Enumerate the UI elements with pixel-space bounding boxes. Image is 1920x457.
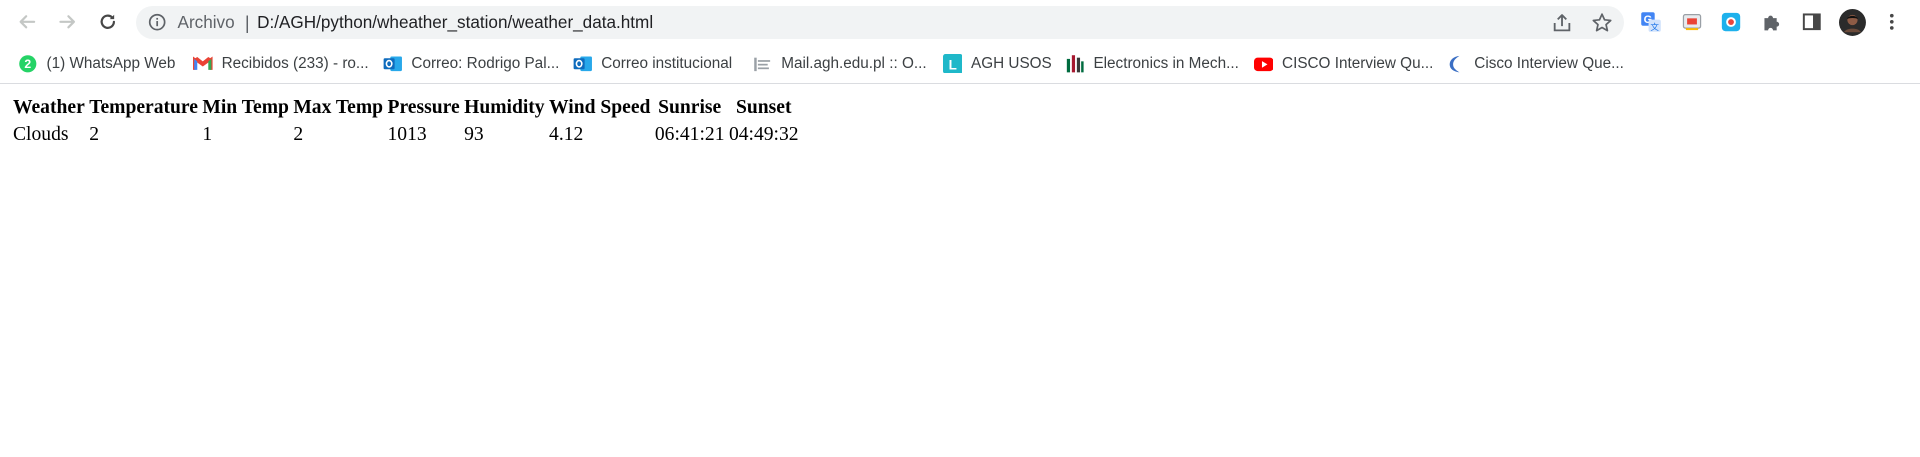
whatsapp-icon: 2 bbox=[18, 54, 38, 74]
cell-max-temp: 2 bbox=[293, 123, 304, 145]
gmail-icon bbox=[193, 54, 214, 74]
bookmark-label: (1) WhatsApp Web bbox=[46, 54, 176, 72]
column-header-weather: Weather bbox=[13, 97, 85, 119]
column-header-temperature: Temperature bbox=[89, 97, 198, 119]
table-row: Clouds 2 1 2 1013 93 4.12 06:41:21 04:49… bbox=[12, 123, 800, 147]
outlook-icon bbox=[383, 54, 403, 74]
bookmark-electronics[interactable]: Electronics in Mech... bbox=[1065, 53, 1239, 75]
cast-extension-button[interactable] bbox=[1680, 10, 1704, 34]
svg-text:文: 文 bbox=[1650, 21, 1659, 32]
bookmark-label: Correo: Rodrigo Pal... bbox=[411, 54, 560, 72]
screenshot-icon bbox=[1722, 12, 1741, 32]
outlook-icon bbox=[573, 54, 593, 74]
column-header-min-temp: Min Temp bbox=[202, 97, 289, 119]
usos-icon: L bbox=[942, 53, 963, 74]
bookmark-label: Recibidos (233) - ro... bbox=[221, 54, 369, 72]
address-separator: | bbox=[244, 12, 250, 34]
profile-button[interactable] bbox=[1839, 8, 1867, 36]
cell-sunrise: 06:41:21 bbox=[654, 123, 725, 145]
browser-toolbar: Archivo | D:/AGH/python/wheather_station… bbox=[0, 0, 1920, 45]
puzzle-icon bbox=[1764, 15, 1780, 31]
cast-icon bbox=[1683, 14, 1702, 31]
bookmark-whatsapp[interactable]: 2 (1) WhatsApp Web bbox=[18, 53, 175, 75]
translate-extension-button[interactable]: G文 bbox=[1638, 10, 1662, 34]
bookmark-cisco-interview[interactable]: Cisco Interview Que... bbox=[1446, 53, 1624, 75]
bookmark-cisco-youtube[interactable]: CISCO Interview Qu... bbox=[1253, 53, 1434, 75]
page-content: Weather Temperature Min Temp Max Temp Pr… bbox=[0, 84, 1920, 457]
share-icon[interactable] bbox=[1551, 12, 1573, 34]
back-button[interactable] bbox=[12, 7, 41, 36]
reload-button[interactable] bbox=[93, 7, 122, 36]
info-icon[interactable] bbox=[148, 13, 166, 31]
reload-icon bbox=[100, 14, 115, 30]
side-panel-button[interactable] bbox=[1800, 10, 1824, 34]
side-panel-icon bbox=[1803, 13, 1822, 31]
avatar bbox=[1839, 8, 1867, 36]
bookmark-agh-usos[interactable]: L AGH USOS bbox=[942, 53, 1052, 75]
kebab-menu-icon bbox=[1890, 14, 1894, 30]
svg-text:L: L bbox=[949, 57, 957, 72]
cell-temperature: 2 bbox=[89, 123, 99, 145]
bookmark-label: AGH USOS bbox=[971, 54, 1052, 72]
cell-wind-speed: 4.12 bbox=[549, 123, 584, 145]
cell-humidity: 93 bbox=[464, 123, 484, 145]
cell-min-temp: 1 bbox=[202, 123, 213, 145]
screenshot-extension-button[interactable] bbox=[1719, 10, 1743, 34]
bookmark-correo-rodrigo[interactable]: Correo: Rodrigo Pal... bbox=[383, 53, 559, 75]
column-header-sunset: Sunset bbox=[736, 97, 792, 119]
column-header-sunrise: Sunrise bbox=[658, 97, 722, 119]
agh-logo-icon bbox=[1065, 54, 1085, 74]
mail-agh-icon bbox=[753, 54, 773, 74]
bookmark-label: CISCO Interview Qu... bbox=[1282, 54, 1434, 72]
bookmark-label: Cisco Interview Que... bbox=[1474, 54, 1624, 72]
bookmark-label: Mail.agh.edu.pl :: O... bbox=[781, 54, 927, 72]
address-bar[interactable]: Archivo | D:/AGH/python/wheather_station… bbox=[135, 6, 1624, 40]
browser-menu-button[interactable] bbox=[1880, 10, 1904, 34]
forward-button[interactable] bbox=[53, 7, 82, 36]
bookmarks-bar: 2 (1) WhatsApp Web Recibidos (233) - ro.… bbox=[0, 44, 1920, 85]
column-header-wind-speed: Wind Speed bbox=[549, 97, 651, 119]
column-header-max-temp: Max Temp bbox=[293, 97, 384, 119]
cell-sunset: 04:49:32 bbox=[728, 123, 799, 145]
youtube-icon bbox=[1253, 54, 1274, 74]
cell-pressure: 1013 bbox=[387, 123, 427, 145]
bookmark-correo-institucional[interactable]: Correo institucional bbox=[573, 53, 732, 75]
arrow-left-icon bbox=[19, 15, 36, 29]
star-icon[interactable] bbox=[1591, 12, 1613, 34]
translate-icon: G文 bbox=[1640, 12, 1661, 32]
arrow-right-icon bbox=[58, 15, 75, 29]
bookmark-label: Correo institucional bbox=[601, 54, 733, 72]
address-url[interactable]: D:/AGH/python/wheather_station/weather_d… bbox=[257, 6, 653, 39]
extensions-button[interactable] bbox=[1760, 10, 1784, 34]
svg-text:2: 2 bbox=[25, 57, 32, 71]
column-header-pressure: Pressure bbox=[387, 97, 460, 119]
weather-table: Weather Temperature Min Temp Max Temp Pr… bbox=[10, 94, 802, 149]
address-scheme-label: Archivo bbox=[177, 12, 235, 33]
crescent-icon bbox=[1446, 54, 1466, 74]
bookmark-gmail[interactable]: Recibidos (233) - ro... bbox=[193, 53, 369, 75]
column-header-humidity: Humidity bbox=[464, 97, 545, 119]
cell-weather: Clouds bbox=[13, 123, 69, 145]
table-header-row: Weather Temperature Min Temp Max Temp Pr… bbox=[12, 96, 800, 120]
bookmark-mail-agh[interactable]: Mail.agh.edu.pl :: O... bbox=[753, 53, 927, 75]
bookmark-label: Electronics in Mech... bbox=[1093, 54, 1239, 72]
